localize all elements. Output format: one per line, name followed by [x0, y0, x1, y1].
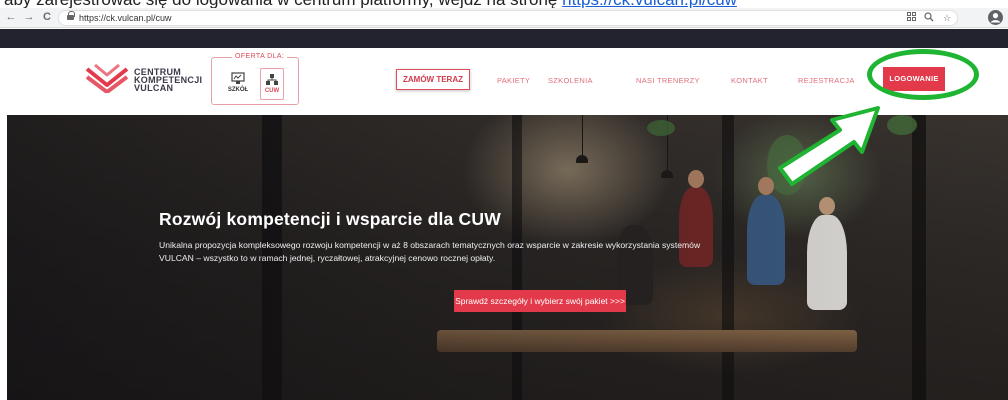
site-header: CENTRUM KOMPETENCJI VULCAN OFERTA DLA: S… — [0, 48, 1008, 115]
reload-button[interactable]: C — [40, 10, 54, 24]
hero-section: Rozwój kompetencji i wsparcie dla CUW Un… — [7, 115, 1008, 400]
school-icon — [231, 72, 245, 84]
offer-tile-cuw[interactable]: CUW — [260, 68, 284, 100]
hero-title: Rozwój kompetencji i wsparcie dla CUW — [159, 209, 501, 229]
nav-link-pakiety[interactable]: PAKIETY — [497, 76, 530, 85]
profile-icon[interactable] — [988, 10, 1003, 25]
offer-tile-label: SZKÓŁ — [227, 87, 249, 93]
top-dark-band — [0, 29, 1008, 48]
url-text[interactable]: https://ck.vulcan.pl/cuw — [79, 12, 172, 25]
grid-icon[interactable] — [905, 12, 917, 25]
offer-tile-label: CUW — [264, 88, 280, 94]
choose-package-button[interactable]: Sprawdź szczegóły i wybierz swój pakiet … — [454, 290, 626, 312]
lock-icon — [67, 11, 75, 22]
nav-link-szkolenia[interactable]: SZKOLENIA — [548, 76, 593, 85]
back-button[interactable]: ← — [4, 10, 18, 24]
address-bar[interactable]: https://ck.vulcan.pl/cuw ☆ — [58, 10, 958, 26]
nav-link-rejestracja[interactable]: REJESTRACJA — [798, 76, 855, 85]
logo-line-3: VULCAN — [134, 83, 174, 93]
hero-description: Unikalna propozycja kompleksowego rozwoj… — [159, 240, 701, 263]
order-now-button[interactable]: ZAMÓW TERAZ — [396, 69, 470, 90]
cuw-icon — [266, 74, 278, 85]
vulcan-logo-icon[interactable] — [85, 63, 129, 93]
forward-button[interactable]: → — [22, 10, 36, 24]
star-icon[interactable]: ☆ — [941, 12, 953, 25]
zoom-icon[interactable] — [923, 12, 935, 25]
login-button[interactable]: LOGOWANIE — [883, 67, 945, 91]
browser-toolbar: ← → C https://ck.vulcan.pl/cuw ☆ — [0, 8, 1008, 28]
offer-tile-szkol[interactable]: SZKÓŁ — [226, 68, 250, 100]
offer-selector: OFERTA DLA: SZKÓŁ CUW — [211, 53, 299, 105]
logo-wordmark[interactable]: CENTRUM KOMPETENCJI VULCAN — [134, 68, 202, 93]
offer-label: OFERTA DLA: — [232, 53, 288, 60]
nav-link-trenerzy[interactable]: NASI TRENERZY — [636, 76, 700, 85]
nav-link-kontakt[interactable]: KONTAKT — [731, 76, 768, 85]
